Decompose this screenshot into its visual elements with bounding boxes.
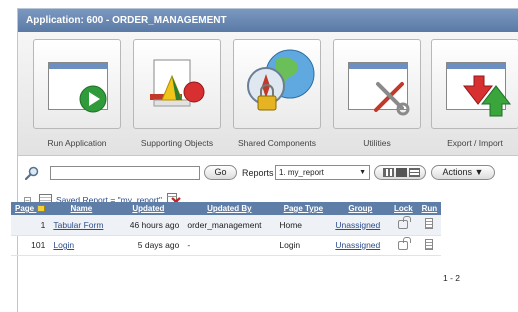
- reports-label: Reports: [242, 168, 274, 178]
- table-header-row: Page Name Updated Updated By Page Type G…: [11, 202, 442, 215]
- icon-view-icon[interactable]: [383, 168, 394, 177]
- pagination-info: 1 - 2: [443, 273, 461, 283]
- report-toolbar: Go Reports 1. my_report ▼ Actions ▼: [18, 159, 518, 187]
- tile-label: Shared Components: [238, 138, 316, 148]
- application-window: Application: 600 - ORDER_MANAGEMENT Run …: [17, 8, 518, 312]
- search-input[interactable]: [50, 166, 200, 180]
- report-view-icon[interactable]: [396, 168, 407, 177]
- page-name-link[interactable]: Tabular Form: [53, 220, 103, 230]
- lock-icon[interactable]: [398, 236, 412, 250]
- report-select-value: 1. my_report: [279, 168, 324, 177]
- tile-run-application-box: [33, 39, 121, 129]
- cell-lock: [389, 235, 418, 256]
- page-name-link[interactable]: Login: [53, 240, 74, 250]
- tile-supporting-objects[interactable]: Supporting Objects: [133, 39, 221, 151]
- column-header-updated[interactable]: Updated: [113, 202, 184, 215]
- column-header-run[interactable]: Run: [417, 202, 442, 215]
- column-header-lock[interactable]: Lock: [389, 202, 418, 215]
- run-application-icon: [79, 85, 107, 113]
- chevron-down-icon: ▼: [359, 169, 366, 176]
- cell-run: [417, 215, 442, 236]
- tile-supporting-objects-box: [133, 39, 221, 129]
- tile-label: Run Application: [47, 138, 107, 148]
- details-view-icon[interactable]: [409, 168, 420, 177]
- view-mode-toggle[interactable]: [374, 165, 426, 180]
- supporting-objects-icon: [150, 59, 205, 107]
- table-row: 1 Tabular Form 46 hours ago order_manage…: [11, 215, 442, 236]
- cell-page-type: Home: [275, 215, 332, 236]
- window-title: Application: 600 - ORDER_MANAGEMENT: [18, 9, 518, 32]
- cell-group: Unassigned: [331, 235, 390, 256]
- cell-updated: 46 hours ago: [113, 215, 184, 236]
- cell-lock: [389, 215, 418, 236]
- go-button[interactable]: Go: [204, 165, 237, 180]
- export-import-icon: [462, 75, 512, 117]
- report-select[interactable]: 1. my_report ▼: [275, 165, 370, 180]
- tile-utilities-box: [333, 39, 421, 129]
- column-header-name[interactable]: Name: [49, 202, 114, 215]
- cell-page-type: Login: [275, 235, 332, 256]
- cell-name: Tabular Form: [49, 215, 114, 236]
- tile-run-application[interactable]: Run Application: [33, 39, 121, 151]
- tile-shared-components[interactable]: Shared Components: [233, 39, 321, 151]
- column-header-group[interactable]: Group: [331, 202, 390, 215]
- application-icon-bar: Run Application Supporting Objects Share…: [18, 32, 518, 156]
- search-icon[interactable]: [25, 166, 39, 180]
- utilities-icon: [374, 82, 410, 116]
- run-page-icon[interactable]: [425, 218, 434, 230]
- tile-label: Utilities: [363, 138, 391, 148]
- cell-updated: 5 days ago: [113, 235, 184, 256]
- column-header-label: Page: [15, 204, 35, 213]
- column-header-updated-by[interactable]: Updated By: [183, 202, 276, 215]
- cell-updated-by: order_management: [183, 215, 276, 236]
- cell-name: Login: [49, 235, 114, 256]
- run-page-icon[interactable]: [425, 238, 434, 250]
- tile-utilities[interactable]: Utilities: [333, 39, 421, 151]
- group-link[interactable]: Unassigned: [335, 220, 380, 230]
- cell-page: 101: [11, 235, 50, 256]
- group-link[interactable]: Unassigned: [335, 240, 380, 250]
- cell-group: Unassigned: [331, 215, 390, 236]
- cell-run: [417, 235, 442, 256]
- tile-label: Supporting Objects: [140, 138, 214, 148]
- tile-shared-components-box: [233, 39, 321, 129]
- column-header-page[interactable]: Page: [11, 202, 50, 215]
- tile-export-import-box: [431, 39, 518, 129]
- cell-updated-by: -: [183, 235, 276, 256]
- pages-report-table: Page Name Updated Updated By Page Type G…: [11, 202, 442, 256]
- lock-icon[interactable]: [398, 216, 412, 230]
- tile-label: Export / Import: [447, 138, 503, 148]
- tile-export-import[interactable]: Export / Import: [431, 39, 518, 151]
- actions-menu-button[interactable]: Actions ▼: [431, 165, 495, 180]
- sort-ascending-icon: [37, 205, 46, 213]
- column-header-page-type[interactable]: Page Type: [275, 202, 332, 215]
- shared-components-icon: [247, 49, 315, 111]
- cell-page: 1: [11, 215, 50, 236]
- table-row: 101 Login 5 days ago - Login Unassigned: [11, 235, 442, 256]
